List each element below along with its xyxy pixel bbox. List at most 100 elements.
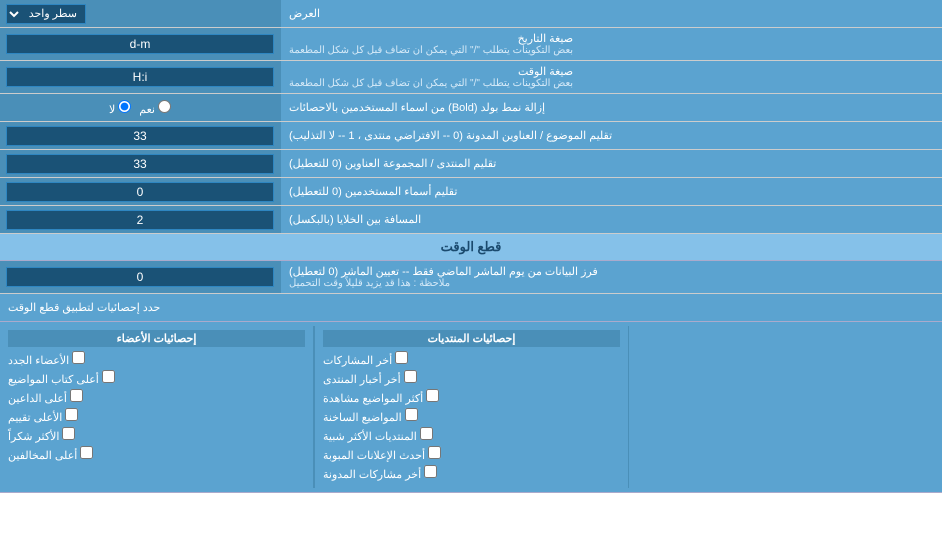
checkbox-item: أخر مشاركات المدونة [323, 465, 620, 481]
bold-remove-title: إزالة نمط بولد (Bold) من اسماء المستخدمي… [289, 101, 545, 114]
checkboxes-section: إحصائيات المنتديات أخر المشاركات أخر أخب… [0, 322, 942, 493]
checkbox-label[interactable]: الأعضاء الجدد [8, 351, 85, 367]
date-format-row: صيغة التاريخ بعض التكوينات يتطلب "/" الت… [0, 28, 942, 61]
checkbox-label[interactable]: أخر أخبار المنتدى [323, 370, 417, 386]
checkbox-item: أخر المشاركات [323, 351, 620, 367]
checkbox-input[interactable] [405, 408, 418, 421]
time-format-sublabel: بعض التكوينات يتطلب "/" التي يمكن ان تضا… [289, 78, 573, 89]
header-row: العرض سطر واحد سطرين ثلاثة أسطر [0, 0, 942, 28]
checkbox-input[interactable] [395, 351, 408, 364]
cutoff-label: فرز البيانات من يوم الماشر الماضي فقط --… [280, 261, 942, 293]
checkbox-item: الأعضاء الجدد [8, 351, 305, 367]
time-format-title: صيغة الوقت [289, 65, 573, 78]
time-format-input[interactable]: H:i [6, 67, 274, 87]
username-trim-input[interactable]: 0 [6, 182, 274, 202]
date-format-input[interactable]: d-m [6, 34, 274, 54]
forum-trim-title: تقليم المنتدى / المجموعة العناوين (0 للت… [289, 157, 496, 170]
checkbox-label[interactable]: أحدث الإعلانات المبوبة [323, 446, 441, 462]
username-trim-title: تقليم أسماء المستخدمين (0 للتعطيل) [289, 185, 457, 198]
header-label: العرض [280, 0, 942, 27]
checkbox-item: أكثر المواضيع مشاهدة [323, 389, 620, 405]
checkbox-label[interactable]: الأعلى تقييم [8, 408, 78, 424]
checkbox-input[interactable] [70, 389, 83, 402]
bold-no-radio[interactable] [118, 100, 131, 113]
time-format-label: صيغة الوقت بعض التكوينات يتطلب "/" التي … [280, 61, 942, 93]
bold-remove-label: إزالة نمط بولد (Bold) من اسماء المستخدمي… [280, 94, 942, 121]
checkbox-label[interactable]: أعلى الداعين [8, 389, 83, 405]
checkbox-item: المواضيع الساخنة [323, 408, 620, 424]
cutoff-input[interactable]: 0 [6, 267, 274, 287]
date-format-input-cell: d-m [0, 28, 280, 60]
display-dropdown[interactable]: سطر واحد سطرين ثلاثة أسطر [6, 4, 86, 24]
username-trim-row: تقليم أسماء المستخدمين (0 للتعطيل) 0 [0, 178, 942, 206]
forum-trim-row: تقليم المنتدى / المجموعة العناوين (0 للت… [0, 150, 942, 178]
checkbox-item: أعلى المخالفين [8, 446, 305, 462]
subject-trim-title: تقليم الموضوع / العناوين المدونة (0 -- ا… [289, 129, 612, 142]
apply-stats-row: حدد إحصائيات لتطبيق قطع الوقت [0, 294, 942, 322]
date-format-sublabel: بعض التكوينات يتطلب "/" التي يمكن ان تضا… [289, 45, 573, 56]
bold-remove-row: إزالة نمط بولد (Bold) من اسماء المستخدمي… [0, 94, 942, 122]
checkbox-input[interactable] [65, 408, 78, 421]
username-trim-label: تقليم أسماء المستخدمين (0 للتعطيل) [280, 178, 942, 205]
checkbox-input[interactable] [102, 370, 115, 383]
checkbox-label[interactable]: الأكثر شكراً [8, 427, 75, 443]
checkbox-item: الأعلى تقييم [8, 408, 305, 424]
subject-trim-label: تقليم الموضوع / العناوين المدونة (0 -- ا… [280, 122, 942, 149]
checkbox-col-members: إحصائيات الأعضاء الأعضاء الجدد أعلى كتاب… [0, 326, 314, 488]
checkbox-label[interactable]: أعلى المخالفين [8, 446, 93, 462]
date-format-label: صيغة التاريخ بعض التكوينات يتطلب "/" الت… [280, 28, 942, 60]
checkbox-item: المنتديات الأكثر شبية [323, 427, 620, 443]
cutoff-section-title: قطع الوقت [441, 239, 502, 254]
forum-trim-input-cell: 33 [0, 150, 280, 177]
subject-trim-input-cell: 33 [0, 122, 280, 149]
col1-header: إحصائيات الأعضاء [8, 330, 305, 347]
apply-stats-title: حدد إحصائيات لتطبيق قطع الوقت [8, 301, 160, 314]
cutoff-note: ملاحظة : هذا قد يزيد قليلاً وقت التحميل [289, 278, 450, 289]
forum-trim-input[interactable]: 33 [6, 154, 274, 174]
checkbox-input[interactable] [72, 351, 85, 364]
cell-spacing-input-cell: 2 [0, 206, 280, 233]
checkbox-input[interactable] [424, 465, 437, 478]
checkbox-label[interactable]: المنتديات الأكثر شبية [323, 427, 433, 443]
checkbox-col-empty [628, 326, 942, 488]
cell-spacing-label: المسافة بين الخلايا (بالبكسل) [280, 206, 942, 233]
cell-spacing-row: المسافة بين الخلايا (بالبكسل) 2 [0, 206, 942, 234]
checkbox-input[interactable] [80, 446, 93, 459]
checkbox-input[interactable] [404, 370, 417, 383]
checkbox-label[interactable]: أكثر المواضيع مشاهدة [323, 389, 439, 405]
forum-trim-label: تقليم المنتدى / المجموعة العناوين (0 للت… [280, 150, 942, 177]
cell-spacing-title: المسافة بين الخلايا (بالبكسل) [289, 213, 421, 226]
checkbox-item: أعلى الداعين [8, 389, 305, 405]
checkbox-input[interactable] [420, 427, 433, 440]
checkbox-label[interactable]: أخر مشاركات المدونة [323, 465, 437, 481]
cutoff-row: فرز البيانات من يوم الماشر الماضي فقط --… [0, 261, 942, 294]
checkbox-input[interactable] [62, 427, 75, 440]
checkbox-label[interactable]: المواضيع الساخنة [323, 408, 418, 424]
date-format-title: صيغة التاريخ [289, 32, 573, 45]
checkboxes-container: إحصائيات المنتديات أخر المشاركات أخر أخب… [0, 326, 942, 488]
header-title: العرض [289, 7, 320, 20]
bold-remove-input-cell: نعم لا [0, 94, 280, 121]
checkbox-label[interactable]: أخر المشاركات [323, 351, 408, 367]
cutoff-input-cell: 0 [0, 261, 280, 293]
checkbox-input[interactable] [426, 389, 439, 402]
time-format-input-cell: H:i [0, 61, 280, 93]
time-format-row: صيغة الوقت بعض التكوينات يتطلب "/" التي … [0, 61, 942, 94]
apply-stats-label: حدد إحصائيات لتطبيق قطع الوقت [0, 294, 942, 321]
bold-yes-radio[interactable] [158, 100, 171, 113]
subject-trim-input[interactable]: 33 [6, 126, 274, 146]
checkbox-input[interactable] [428, 446, 441, 459]
checkbox-item: الأكثر شكراً [8, 427, 305, 443]
checkbox-item: أحدث الإعلانات المبوبة [323, 446, 620, 462]
checkbox-label[interactable]: أعلى كتاب المواضيع [8, 370, 115, 386]
subject-trim-row: تقليم الموضوع / العناوين المدونة (0 -- ا… [0, 122, 942, 150]
cell-spacing-input[interactable]: 2 [6, 210, 274, 230]
col2-header: إحصائيات المنتديات [323, 330, 620, 347]
username-trim-input-cell: 0 [0, 178, 280, 205]
checkbox-item: أخر أخبار المنتدى [323, 370, 620, 386]
checkbox-col-forums: إحصائيات المنتديات أخر المشاركات أخر أخب… [314, 326, 628, 488]
bold-no-label[interactable]: لا [109, 100, 131, 116]
bold-yes-label[interactable]: نعم [139, 100, 171, 116]
header-input-cell: سطر واحد سطرين ثلاثة أسطر [0, 0, 280, 27]
checkbox-item: أعلى كتاب المواضيع [8, 370, 305, 386]
